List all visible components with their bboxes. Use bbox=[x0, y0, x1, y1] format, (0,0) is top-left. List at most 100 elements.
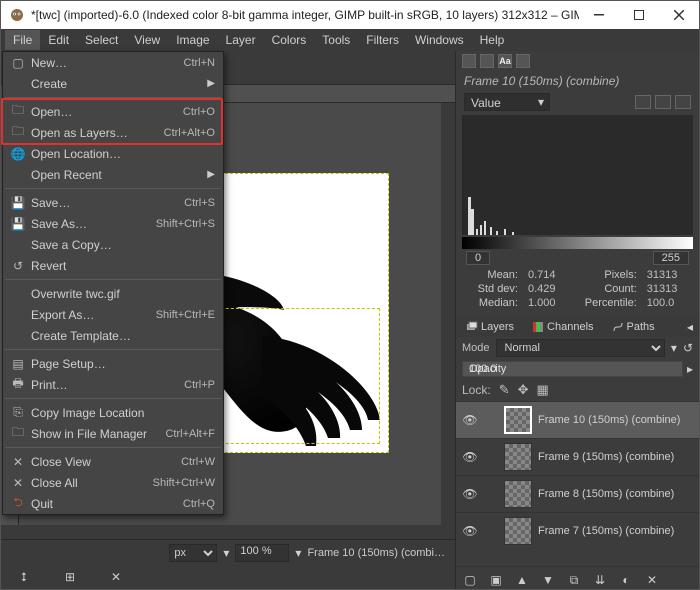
menu-item-save-copy[interactable]: Save a Copy… bbox=[3, 234, 223, 255]
hist-rgb-icon[interactable] bbox=[675, 95, 691, 109]
opacity-slider[interactable]: Opacity 100.0 bbox=[462, 361, 683, 377]
menu-file[interactable]: File bbox=[5, 30, 40, 50]
lock-alpha-icon[interactable]: ▦ bbox=[537, 382, 549, 398]
menu-item-save-as[interactable]: 💾 Save As… Shift+Ctrl+S bbox=[3, 213, 223, 234]
layer-row[interactable]: 👁Frame 8 (150ms) (combine) bbox=[456, 475, 699, 512]
doc-icon[interactable] bbox=[516, 54, 530, 68]
visibility-eye-icon[interactable]: 👁 bbox=[462, 487, 478, 501]
unit-select[interactable]: px bbox=[169, 544, 217, 562]
tab-paths[interactable]: Paths bbox=[608, 319, 659, 335]
layer-row[interactable]: 👁Frame 7 (150ms) (combine) bbox=[456, 512, 699, 549]
hist-min[interactable]: 0 bbox=[466, 251, 490, 265]
menu-colors[interactable]: Colors bbox=[264, 30, 315, 50]
delete-layer-icon[interactable]: ✕ bbox=[642, 571, 662, 589]
hist-max[interactable]: 255 bbox=[653, 251, 689, 265]
link-icon[interactable] bbox=[484, 524, 498, 538]
mode-label: Mode bbox=[462, 342, 490, 354]
stepper-icon[interactable]: ▸ bbox=[687, 362, 693, 376]
gimp-icon bbox=[9, 7, 25, 23]
mask-layer-icon[interactable]: ◐ bbox=[616, 571, 636, 589]
menu-image[interactable]: Image bbox=[168, 30, 217, 50]
histogram-stats: Mean:0.714 Pixels:31313 Std dev:0.429 Co… bbox=[456, 267, 699, 311]
close-view-icon: ✕ bbox=[9, 455, 27, 469]
menu-item-open-recent[interactable]: Open Recent ▶ bbox=[3, 164, 223, 185]
menu-item-quit[interactable]: ⮌ Quit Ctrl+Q bbox=[3, 493, 223, 514]
menu-item-show-in-file-manager[interactable]: 🗀 Show in File Manager Ctrl+Alt+F bbox=[3, 423, 223, 444]
visibility-eye-icon[interactable]: 👁 bbox=[462, 450, 478, 464]
mode-switch-icon[interactable]: ↺ bbox=[683, 341, 693, 355]
minimize-button[interactable] bbox=[579, 1, 619, 29]
new-layer-icon[interactable]: ▢ bbox=[460, 571, 480, 589]
menu-item-open[interactable]: 🗀 Open… Ctrl+O bbox=[3, 101, 223, 122]
layer-row[interactable]: 👁Frame 10 (150ms) (combine) bbox=[456, 401, 699, 438]
tray-delete-icon[interactable]: ✕ bbox=[107, 568, 125, 586]
menu-tools[interactable]: Tools bbox=[314, 30, 358, 50]
tab-layers[interactable]: Layers bbox=[462, 319, 518, 335]
blend-mode-select[interactable]: Normal bbox=[496, 339, 665, 357]
menu-item-close-view[interactable]: ✕ Close View Ctrl+W bbox=[3, 451, 223, 472]
menu-item-open-as-layers[interactable]: 🗀 Open as Layers… Ctrl+Alt+O bbox=[3, 122, 223, 143]
font-icon[interactable]: Aa bbox=[498, 54, 512, 68]
menu-item-revert[interactable]: ↺ Revert bbox=[3, 255, 223, 276]
dock-tabbar: Layers Channels Paths ◂ bbox=[456, 317, 699, 337]
menu-item-print[interactable]: 🖶 Print… Ctrl+P bbox=[3, 374, 223, 395]
layers-toolbar: ▢ ▣ ▲ ▼ ⧉ ⇊ ◐ ✕ bbox=[456, 566, 699, 589]
menu-item-create-template[interactable]: Create Template… bbox=[3, 325, 223, 346]
merge-layer-icon[interactable]: ⇊ bbox=[590, 571, 610, 589]
swatch-white[interactable] bbox=[480, 54, 494, 68]
menu-help[interactable]: Help bbox=[472, 30, 513, 50]
status-layer-info: Frame 10 (150ms) (combi… bbox=[307, 547, 445, 559]
horizontal-scrollbar[interactable] bbox=[1, 525, 455, 539]
hist-log-icon[interactable] bbox=[655, 95, 671, 109]
lock-paint-icon[interactable]: ✎ bbox=[499, 382, 510, 398]
tab-menu-icon[interactable]: ◂ bbox=[687, 320, 693, 334]
lock-move-icon[interactable]: ✥ bbox=[518, 382, 529, 398]
new-file-icon: ▢ bbox=[9, 56, 27, 70]
hist-linear-icon[interactable] bbox=[635, 95, 651, 109]
raise-layer-icon[interactable]: ▲ bbox=[512, 571, 532, 589]
close-button[interactable] bbox=[659, 1, 699, 29]
new-group-icon[interactable]: ▣ bbox=[486, 571, 506, 589]
link-icon[interactable] bbox=[484, 450, 498, 464]
open-layers-icon: 🗀 bbox=[9, 122, 27, 143]
menu-item-new[interactable]: ▢ New… Ctrl+N bbox=[3, 52, 223, 73]
save-as-icon: 💾 bbox=[9, 217, 27, 231]
menu-filters[interactable]: Filters bbox=[358, 30, 407, 50]
tab-channels[interactable]: Channels bbox=[528, 319, 597, 335]
menu-select[interactable]: Select bbox=[77, 30, 126, 50]
menu-item-create[interactable]: Create ▶ bbox=[3, 73, 223, 94]
menu-item-overwrite[interactable]: Overwrite twc.gif bbox=[3, 283, 223, 304]
link-icon[interactable] bbox=[484, 487, 498, 501]
chevron-down-icon: ▾ bbox=[538, 95, 544, 109]
menu-edit[interactable]: Edit bbox=[40, 30, 77, 50]
menu-item-export-as[interactable]: Export As… Shift+Ctrl+E bbox=[3, 304, 223, 325]
visibility-eye-icon[interactable]: 👁 bbox=[462, 524, 478, 538]
menu-windows[interactable]: Windows bbox=[407, 30, 472, 50]
paths-icon bbox=[612, 321, 624, 333]
vertical-scrollbar[interactable] bbox=[441, 103, 455, 525]
maximize-button[interactable] bbox=[619, 1, 659, 29]
duplicate-layer-icon[interactable]: ⧉ bbox=[564, 571, 584, 589]
lower-layer-icon[interactable]: ▼ bbox=[538, 571, 558, 589]
layers-list[interactable]: 👁Frame 10 (150ms) (combine)👁Frame 9 (150… bbox=[456, 401, 699, 566]
menu-layer[interactable]: Layer bbox=[218, 30, 264, 50]
layer-thumbnail bbox=[504, 517, 532, 545]
menu-item-save[interactable]: 💾 Save… Ctrl+S bbox=[3, 192, 223, 213]
layers-icon bbox=[466, 321, 478, 333]
menu-item-open-location[interactable]: 🌐 Open Location… bbox=[3, 143, 223, 164]
visibility-eye-icon[interactable]: 👁 bbox=[462, 413, 478, 427]
close-icon bbox=[674, 10, 684, 20]
menu-view[interactable]: View bbox=[126, 30, 168, 50]
layer-row[interactable]: 👁Frame 9 (150ms) (combine) bbox=[456, 438, 699, 475]
histogram-bars bbox=[468, 195, 528, 235]
link-icon[interactable] bbox=[484, 413, 498, 427]
swatch-black[interactable] bbox=[462, 54, 476, 68]
chevron-right-icon: ▶ bbox=[207, 169, 215, 180]
menu-item-page-setup[interactable]: ▤ Page Setup… bbox=[3, 353, 223, 374]
menu-item-close-all[interactable]: ✕ Close All Shift+Ctrl+W bbox=[3, 472, 223, 493]
opacity-value: 100.0 bbox=[469, 363, 662, 375]
tray-icon-1[interactable]: ⭥ bbox=[15, 568, 33, 586]
tray-icon-2[interactable]: ⊞ bbox=[61, 568, 79, 586]
zoom-level[interactable]: 100 % bbox=[235, 544, 289, 562]
menu-item-copy-image-location[interactable]: ⎘ Copy Image Location bbox=[3, 402, 223, 423]
